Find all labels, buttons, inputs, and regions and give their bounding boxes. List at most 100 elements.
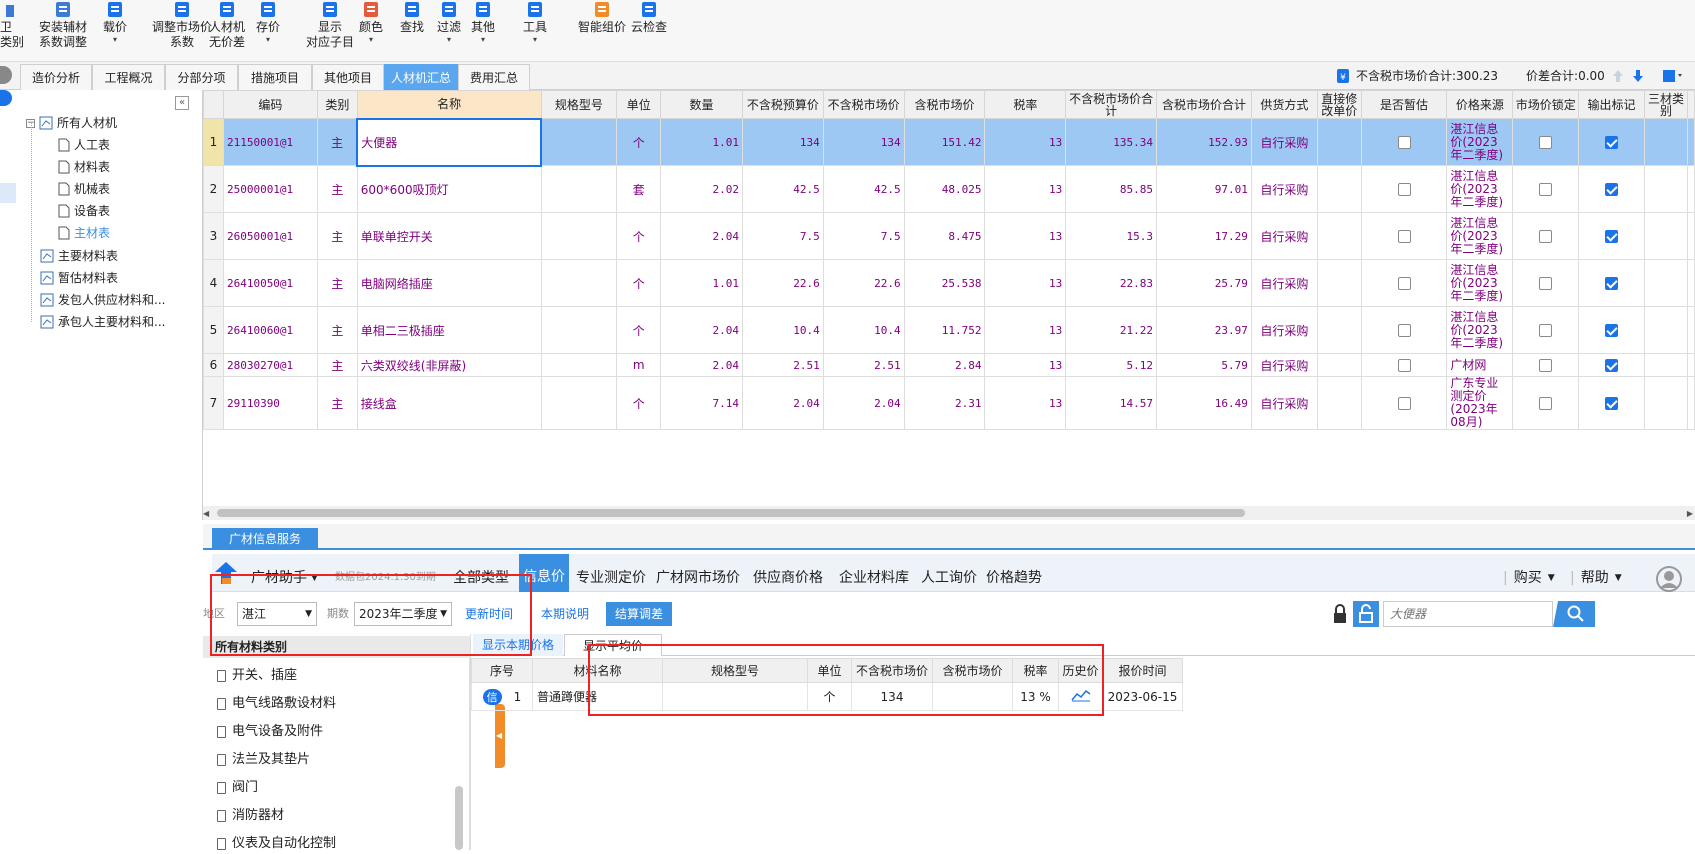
tab-2[interactable]: 分部分项 — [165, 64, 238, 90]
spec-cell[interactable] — [540, 118, 618, 166]
help-menu[interactable]: | 帮助 ▼ — [1570, 564, 1622, 592]
average-price-tab[interactable]: 显示平均价 — [564, 634, 662, 656]
name-cell[interactable]: 单联单控开关 — [356, 212, 542, 260]
table-row[interactable]: 5 26410060@1 主单相二三极插座个 2.04 10.4 10.4 11.752 13… — [203, 306, 1695, 354]
direct-edit-cell[interactable] — [1316, 118, 1362, 166]
estimate-checkbox[interactable] — [1397, 397, 1411, 410]
price-source-cell[interactable]: 湛江信息价(2023年二季度) — [1446, 212, 1514, 260]
market-price-cell[interactable]: 134 — [822, 118, 905, 166]
price-header-4[interactable]: 不含税市场价 — [851, 658, 933, 683]
tax-rate-cell[interactable]: 13 — [984, 376, 1067, 430]
tax-rate-cell[interactable]: 13 — [984, 165, 1067, 213]
price-rate-cell[interactable]: 13 % — [1012, 682, 1059, 711]
market-total-cell[interactable]: 21.22 — [1065, 306, 1158, 354]
supply-cell[interactable]: 自行采购 — [1250, 165, 1318, 213]
row-number[interactable]: 6 — [203, 353, 224, 377]
filler-cell[interactable] — [1687, 353, 1695, 377]
name-cell[interactable]: 六类双绞线(非屏蔽) — [356, 353, 542, 377]
output-checkbox[interactable] — [1605, 324, 1619, 337]
tab-4[interactable]: 其他项目 — [312, 64, 384, 90]
header-2[interactable]: 名称 — [356, 90, 542, 119]
search-button[interactable] — [1553, 601, 1595, 627]
header-16[interactable]: 市场价锁定 — [1512, 90, 1580, 119]
budget-price-cell[interactable]: 10.4 — [741, 306, 824, 354]
code-cell[interactable]: 26410050@1 — [222, 259, 318, 307]
tax-rate-cell[interactable]: 13 — [984, 259, 1067, 307]
filler-cell[interactable] — [1687, 212, 1695, 260]
estimate-checkbox[interactable] — [1397, 277, 1411, 290]
lock-cell[interactable] — [1512, 306, 1580, 354]
lock-checkbox[interactable] — [1539, 359, 1553, 372]
update-time-link[interactable]: 更新时间 — [465, 601, 513, 627]
category-scrollbar[interactable] — [455, 786, 463, 850]
output-checkbox[interactable] — [1605, 397, 1619, 410]
horizontal-scrollbar[interactable]: ◀ ▶ — [203, 506, 1695, 520]
table-row[interactable]: 2 25000001@1 主 600*600吸顶灯套 2.02 42.5 42.5 48.02… — [203, 165, 1695, 213]
filler-cell[interactable] — [1687, 306, 1695, 354]
filler-cell[interactable] — [1687, 165, 1695, 213]
estimate-cell[interactable] — [1360, 259, 1448, 307]
market-total-cell[interactable]: 22.83 — [1065, 259, 1158, 307]
estimate-cell[interactable] — [1360, 118, 1448, 166]
budget-price-cell[interactable]: 2.51 — [741, 353, 824, 377]
nav-4[interactable]: 供应商价格 — [748, 564, 828, 592]
tax-rate-cell[interactable]: 13 — [984, 118, 1067, 166]
market-price-cell[interactable]: 2.04 — [822, 376, 905, 430]
settings-icon[interactable] — [1661, 68, 1685, 84]
output-checkbox[interactable] — [1605, 183, 1619, 196]
supply-cell[interactable]: 自行采购 — [1250, 306, 1318, 354]
material-class-cell[interactable] — [1643, 165, 1689, 213]
output-checkbox[interactable] — [1605, 277, 1619, 290]
tree-node-other-1[interactable]: 暂估材料表 — [40, 268, 118, 288]
spec-cell[interactable] — [540, 306, 618, 354]
type-cell[interactable]: 主 — [316, 376, 358, 430]
name-cell[interactable]: 单相二三极插座 — [356, 306, 542, 354]
nav-1[interactable]: 信息价 — [519, 554, 569, 592]
filter-button[interactable]: 过滤 ▾ — [432, 0, 466, 58]
assistant-menu[interactable]: 广材助手 ▼ — [251, 564, 318, 592]
tax-total-cell[interactable]: 5.79 — [1156, 353, 1252, 377]
direct-edit-cell[interactable] — [1316, 259, 1362, 307]
tree-node-child-1[interactable]: 材料表 — [58, 157, 110, 177]
row-number[interactable]: 3 — [203, 212, 224, 260]
tree-node-other-0[interactable]: 主要材料表 — [40, 246, 118, 266]
lock-checkbox[interactable] — [1539, 230, 1553, 243]
market-total-cell[interactable]: 135.34 — [1065, 118, 1158, 166]
material-class-cell[interactable] — [1643, 353, 1689, 377]
lock-cell[interactable] — [1512, 353, 1580, 377]
price-tax-market-cell[interactable] — [932, 682, 1013, 711]
type-cell[interactable]: 主 — [316, 306, 358, 354]
tree-node-other-3[interactable]: 承包人主要材料和... — [40, 312, 165, 332]
price-source-cell[interactable]: 湛江信息价(2023年二季度) — [1446, 306, 1514, 354]
market-total-cell[interactable]: 15.3 — [1065, 212, 1158, 260]
table-row[interactable]: 3 26050001@1 主单联单控开关个 2.04 7.5 7.5 8.475 13 15.3… — [203, 212, 1695, 260]
direct-edit-cell[interactable] — [1316, 165, 1362, 213]
code-cell[interactable]: 21150001@1 — [222, 118, 318, 166]
header-13[interactable]: 直接修改单价 — [1316, 90, 1362, 119]
unit-cell[interactable]: 个 — [616, 376, 662, 430]
material-class-cell[interactable] — [1643, 212, 1689, 260]
header-18[interactable]: 三材类别 — [1643, 90, 1689, 119]
header-3[interactable]: 规格型号 — [540, 90, 618, 119]
output-cell[interactable] — [1578, 259, 1645, 307]
collapse-icon[interactable] — [0, 66, 12, 84]
header-1[interactable]: 类别 — [316, 90, 358, 119]
category-item[interactable]: 仪表及自动化控制 — [217, 834, 336, 854]
qty-cell[interactable]: 1.01 — [660, 118, 743, 166]
tree-node-child-4[interactable]: 主材表 — [58, 223, 110, 243]
spec-cell[interactable] — [540, 353, 618, 377]
tab-1[interactable]: 工程概况 — [92, 64, 165, 90]
header-0[interactable]: 编码 — [222, 90, 318, 119]
tax-total-cell[interactable]: 25.79 — [1156, 259, 1252, 307]
type-cell[interactable]: 主 — [316, 259, 358, 307]
output-cell[interactable] — [1578, 118, 1645, 166]
market-price-cell[interactable]: 2.51 — [822, 353, 905, 377]
unit-cell[interactable]: 个 — [616, 212, 662, 260]
price-source-cell[interactable]: 湛江信息价(2023年二季度) — [1446, 259, 1514, 307]
user-avatar-icon[interactable] — [1655, 565, 1683, 593]
tax-market-price-cell[interactable]: 8.475 — [903, 212, 986, 260]
market-price-cell[interactable]: 42.5 — [822, 165, 905, 213]
arrow-up-icon[interactable] — [1611, 68, 1625, 84]
material-class-cell[interactable] — [1643, 118, 1689, 166]
tax-market-price-cell[interactable]: 2.84 — [903, 353, 986, 377]
